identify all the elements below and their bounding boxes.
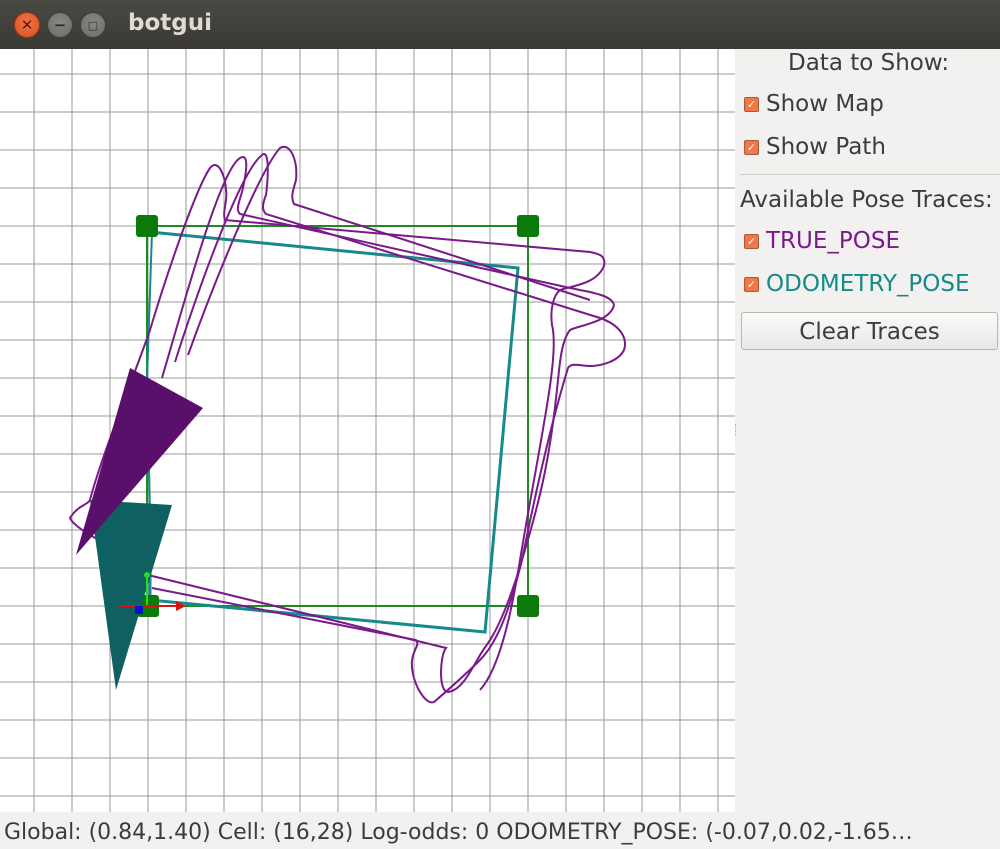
pose-traces-heading: Available Pose Traces: (740, 187, 993, 213)
checkbox-checked-icon: ✓ (744, 276, 759, 292)
odometry-pose-checkbox[interactable]: ✓ ODOMETRY_POSE (744, 271, 970, 297)
show-path-checkbox[interactable]: ✓ Show Path (744, 134, 886, 160)
checkbox-checked-icon: ✓ (744, 233, 759, 249)
true-pose-checkbox[interactable]: ✓ TRUE_POSE (744, 228, 900, 254)
clear-traces-button[interactable]: Clear Traces (741, 312, 998, 350)
data-to-show-heading: Data to Show: (788, 50, 950, 76)
window-title: botgui (128, 10, 212, 36)
map-canvas[interactable] (0, 49, 735, 812)
panel-separator (740, 174, 1000, 175)
status-bar: Global: (0.84,1.40) Cell: (16,28) Log-od… (0, 812, 1000, 849)
minimize-window-button[interactable]: − (47, 12, 73, 38)
close-window-button[interactable]: ✕ (14, 12, 40, 38)
status-text: Global: (0.84,1.40) Cell: (16,28) Log-od… (4, 820, 913, 845)
odometry-pose-label: ODOMETRY_POSE (766, 271, 970, 297)
minimize-icon: − (53, 16, 67, 34)
title-bar: ✕ − □ botgui (0, 0, 1000, 50)
occupancy-grid (0, 49, 735, 812)
checkbox-checked-icon: ✓ (744, 96, 759, 112)
map-view[interactable] (0, 49, 735, 812)
show-map-checkbox[interactable]: ✓ Show Map (744, 91, 884, 117)
waypoint-2 (517, 215, 539, 237)
maximize-window-button[interactable]: □ (80, 12, 106, 38)
odometry-pose-trace (148, 230, 520, 634)
close-icon: ✕ (20, 16, 34, 34)
show-path-label: Show Path (766, 134, 886, 160)
show-map-label: Show Map (766, 91, 884, 117)
checkbox-checked-icon: ✓ (744, 139, 759, 155)
maximize-icon: □ (87, 18, 99, 32)
splitter-handle[interactable] (735, 424, 739, 436)
true-pose-label: TRUE_POSE (766, 228, 901, 254)
odometry-pose-marker (90, 500, 172, 690)
control-panel (735, 49, 1000, 812)
waypoint-1 (136, 215, 158, 237)
waypoint-3 (517, 595, 539, 617)
